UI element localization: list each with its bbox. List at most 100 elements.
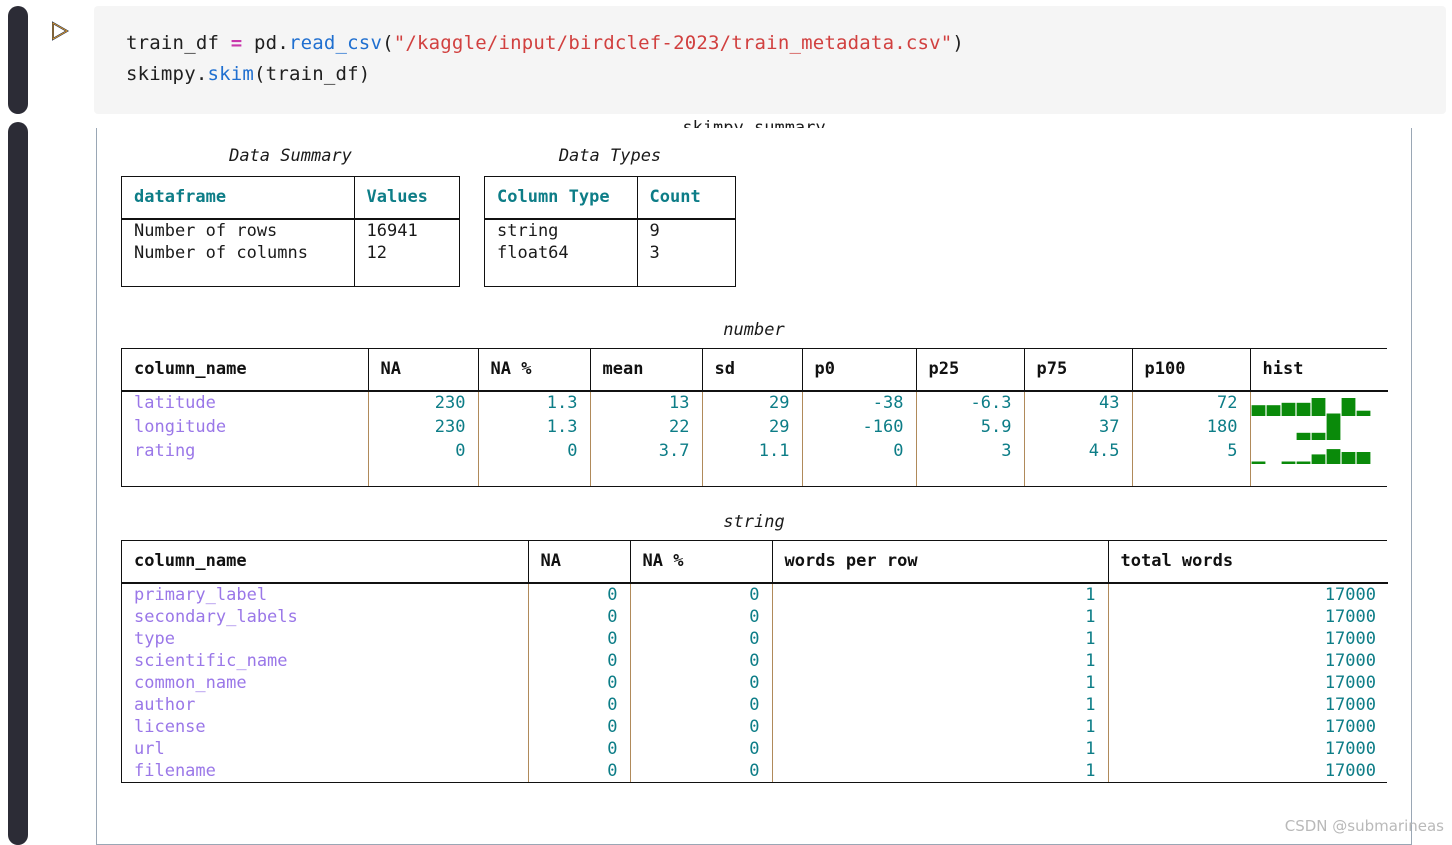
cell-NA-pct: 0 <box>629 716 772 738</box>
number-table: column_name NA NA % mean sd p0 p25 p75 p100 hist … <box>122 349 1388 486</box>
cell-value: 3 <box>636 242 735 264</box>
data-types-caption: Data Types <box>558 146 662 166</box>
table-row: author 0 0 1 17000 <box>122 694 1388 716</box>
run-cell-triangle-icon[interactable] <box>48 20 70 42</box>
code-token: "/kaggle/input/birdclef-2023/train_metad… <box>393 32 953 54</box>
header-na: NA <box>367 349 478 392</box>
table-row: longitude 230 1.3 22 29 -160 5.9 37 180 <box>122 416 1388 440</box>
cell-column-name: latitude <box>134 393 216 413</box>
code-token: ) <box>952 32 965 54</box>
table-row-spacer <box>122 464 1388 486</box>
table-row: primary_label 0 0 1 17000 <box>122 583 1388 606</box>
cell-NA: 0 <box>527 583 630 606</box>
notebook-gutter <box>0 0 90 845</box>
cell-total-words: 17000 <box>1107 738 1388 760</box>
code-token: = <box>230 32 243 54</box>
header-words-per-row: words per row <box>771 541 1108 584</box>
header-mean: mean <box>589 349 702 392</box>
cell-words-per-row: 1 <box>771 583 1108 606</box>
cell-total-words: 17000 <box>1107 583 1388 606</box>
cell-label: string <box>497 221 559 241</box>
cell-marker-code <box>8 6 28 114</box>
cell-column-name: author <box>134 695 196 715</box>
data-summary-table-wrap: dataframe Values Number of rows 16941 Nu… <box>121 176 460 287</box>
cell-p0: 0 <box>801 440 916 464</box>
cell-p75: 4.5 <box>1023 440 1132 464</box>
cell-label: Number of rows <box>134 221 278 241</box>
cell-NA: 0 <box>527 738 630 760</box>
header-values: Values <box>353 177 459 220</box>
cell-column-name: longitude <box>134 417 227 437</box>
cell-mean: 22 <box>589 416 702 440</box>
code-cell[interactable]: train_df = pd.read_csv("/kaggle/input/bi… <box>94 6 1446 114</box>
number-section: number column_name NA NA % mean sd p0 p25 p75 p1… <box>121 320 1388 487</box>
cell-words-per-row: 1 <box>771 672 1108 694</box>
hist-sparkline <box>1251 449 1370 464</box>
cell-na: 0 <box>367 440 478 464</box>
cell-p25: 3 <box>915 440 1024 464</box>
cell-na_pct: 0 <box>477 440 590 464</box>
header-p25: p25 <box>915 349 1024 392</box>
number-caption: number <box>723 320 785 340</box>
cell-NA: 0 <box>527 716 630 738</box>
cell-hist <box>1249 440 1388 464</box>
cell-NA-pct: 0 <box>629 583 772 606</box>
cell-p100: 72 <box>1131 391 1250 416</box>
cell-total-words: 17000 <box>1107 694 1388 716</box>
string-section: string column_name NA NA % words per row tot… <box>121 512 1388 783</box>
hist-sparkline <box>1251 398 1370 416</box>
header-na: NA <box>527 541 630 584</box>
cell-sd: 1.1 <box>701 440 802 464</box>
cell-p100: 180 <box>1131 416 1250 440</box>
table-row: rating 0 0 3.7 1.1 0 3 4.5 5 <box>122 440 1388 464</box>
cell-p0: -160 <box>801 416 916 440</box>
code-line-1: train_df = pd.read_csv("/kaggle/input/bi… <box>126 28 1446 59</box>
header-total-words: total words <box>1107 541 1388 584</box>
cell-value: 12 <box>353 242 459 264</box>
code-token: skim <box>207 63 255 85</box>
cell-p100: 5 <box>1131 440 1250 464</box>
summary-tables-area: Data Summary dataframe Values Number of … <box>97 146 1411 287</box>
cell-NA: 0 <box>527 760 630 782</box>
table-row: latitude 230 1.3 13 29 -38 -6.3 43 72 <box>122 391 1388 416</box>
header-p0: p0 <box>801 349 916 392</box>
cell-marker-output <box>8 122 28 845</box>
cell-total-words: 17000 <box>1107 760 1388 782</box>
cell-mean: 13 <box>589 391 702 416</box>
cell-sd: 29 <box>701 416 802 440</box>
cell-hist <box>1249 416 1388 440</box>
table-header-row: Column Type Count <box>485 177 735 220</box>
data-types-table: Column Type Count string 9 float64 3 <box>485 177 735 286</box>
table-header-row: column_name NA NA % words per row total word… <box>122 541 1388 584</box>
cell-p75: 37 <box>1023 416 1132 440</box>
code-token: skimpy. <box>126 63 208 85</box>
cell-value: 9 <box>636 219 735 242</box>
cell-total-words: 17000 <box>1107 716 1388 738</box>
header-column-type: Column Type <box>485 177 637 220</box>
cell-NA-pct: 0 <box>629 650 772 672</box>
cell-words-per-row: 1 <box>771 716 1108 738</box>
code-token: train_df <box>126 32 231 54</box>
table-row-spacer <box>122 264 459 286</box>
cell-column-name: license <box>134 717 206 737</box>
cell-label: Number of columns <box>134 243 308 263</box>
cell-p25: 5.9 <box>915 416 1024 440</box>
cell-column-name: scientific_name <box>134 651 288 671</box>
cell-column-name: filename <box>134 761 216 781</box>
table-row: license 0 0 1 17000 <box>122 716 1388 738</box>
header-column-name: column_name <box>122 541 528 584</box>
table-row: Number of columns 12 <box>122 242 459 264</box>
table-row: type 0 0 1 17000 <box>122 628 1388 650</box>
cell-NA: 0 <box>527 672 630 694</box>
table-row: scientific_name 0 0 1 17000 <box>122 650 1388 672</box>
cell-column-name: type <box>134 629 175 649</box>
table-row: float64 3 <box>485 242 735 264</box>
cell-column-name: common_name <box>134 673 247 693</box>
header-sd: sd <box>701 349 802 392</box>
cell-NA-pct: 0 <box>629 760 772 782</box>
cell-na: 230 <box>367 391 478 416</box>
string-table-wrap: column_name NA NA % words per row total word… <box>121 540 1388 783</box>
cell-NA: 0 <box>527 694 630 716</box>
code-token: ( <box>382 32 394 54</box>
cell-na_pct: 1.3 <box>477 391 590 416</box>
